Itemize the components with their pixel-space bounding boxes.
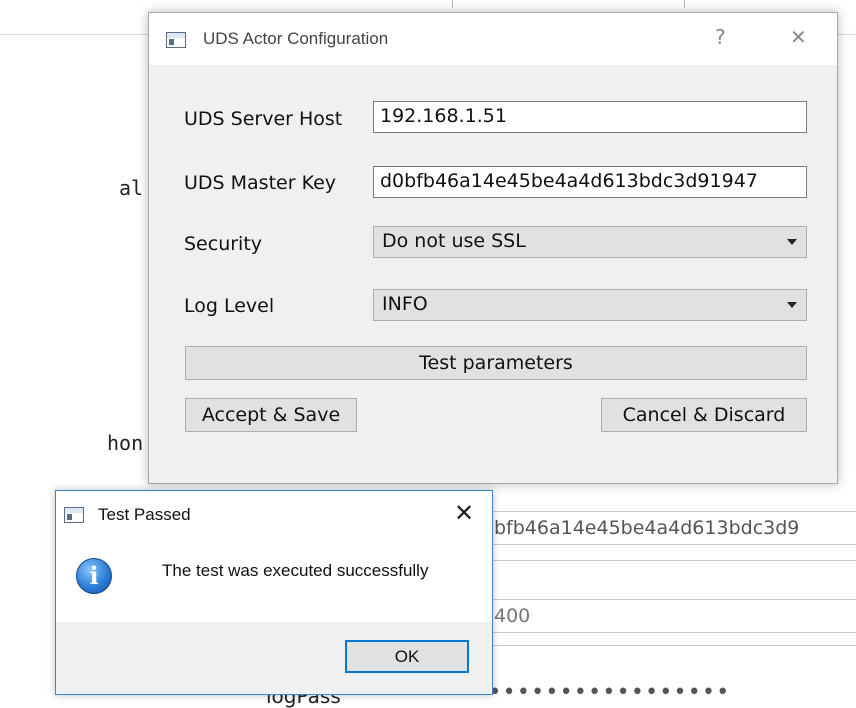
chevron-down-icon bbox=[787, 239, 797, 245]
background-field-frame bbox=[470, 645, 856, 669]
ok-button[interactable]: OK bbox=[345, 640, 469, 673]
message-text: The test was executed successfully bbox=[162, 561, 429, 580]
background-master-key-field[interactable]: bfb46a14e45be4a4d613bdc3d9 bbox=[470, 511, 856, 545]
background-field-frame bbox=[470, 560, 856, 588]
header-divider bbox=[452, 0, 453, 8]
window-app-icon bbox=[166, 32, 186, 48]
security-selected-value: Do not use SSL bbox=[382, 230, 526, 252]
window-app-icon bbox=[64, 507, 84, 523]
background-label-fragment: al bbox=[119, 176, 144, 200]
message-box-title: Test Passed bbox=[98, 505, 191, 524]
header-divider bbox=[684, 0, 685, 8]
close-button[interactable]: ✕ bbox=[790, 25, 807, 49]
log-level-label: Log Level bbox=[184, 295, 275, 317]
accept-save-button[interactable]: Accept & Save bbox=[185, 398, 357, 432]
close-button[interactable]: ✕ bbox=[454, 499, 474, 527]
cancel-discard-button[interactable]: Cancel & Discard bbox=[601, 398, 807, 432]
info-icon: i bbox=[76, 558, 112, 594]
security-label: Security bbox=[184, 233, 263, 255]
config-dialog-titlebar: UDS Actor Configuration ? ✕ bbox=[149, 13, 837, 65]
server-host-label: UDS Server Host bbox=[184, 108, 343, 130]
server-host-input[interactable]: 192.168.1.51 bbox=[373, 101, 807, 133]
security-select[interactable]: Do not use SSL bbox=[373, 226, 807, 258]
background-password-field[interactable]: •••••••••••••••••• bbox=[474, 682, 730, 704]
chevron-down-icon bbox=[787, 302, 797, 308]
master-key-label: UDS Master Key bbox=[184, 172, 337, 194]
log-level-select[interactable]: INFO bbox=[373, 289, 807, 321]
master-key-value: d0bfb46a14e45be4a4d613bdc3d91947 bbox=[380, 170, 758, 192]
test-passed-dialog: Test Passed ✕ i The test was executed su… bbox=[55, 490, 493, 695]
help-button[interactable]: ? bbox=[715, 25, 726, 49]
config-dialog: UDS Actor Configuration ? ✕ UDS Server H… bbox=[148, 12, 838, 484]
test-parameters-button[interactable]: Test parameters bbox=[185, 346, 807, 380]
background-port-field[interactable]: 400 bbox=[470, 599, 856, 633]
dialog-title: UDS Actor Configuration bbox=[203, 29, 389, 48]
background-label-fragment: hon bbox=[107, 431, 144, 455]
log-level-selected-value: INFO bbox=[382, 293, 428, 315]
message-box-footer: OK bbox=[56, 622, 492, 694]
master-key-input[interactable]: d0bfb46a14e45be4a4d613bdc3d91947 bbox=[373, 166, 807, 198]
